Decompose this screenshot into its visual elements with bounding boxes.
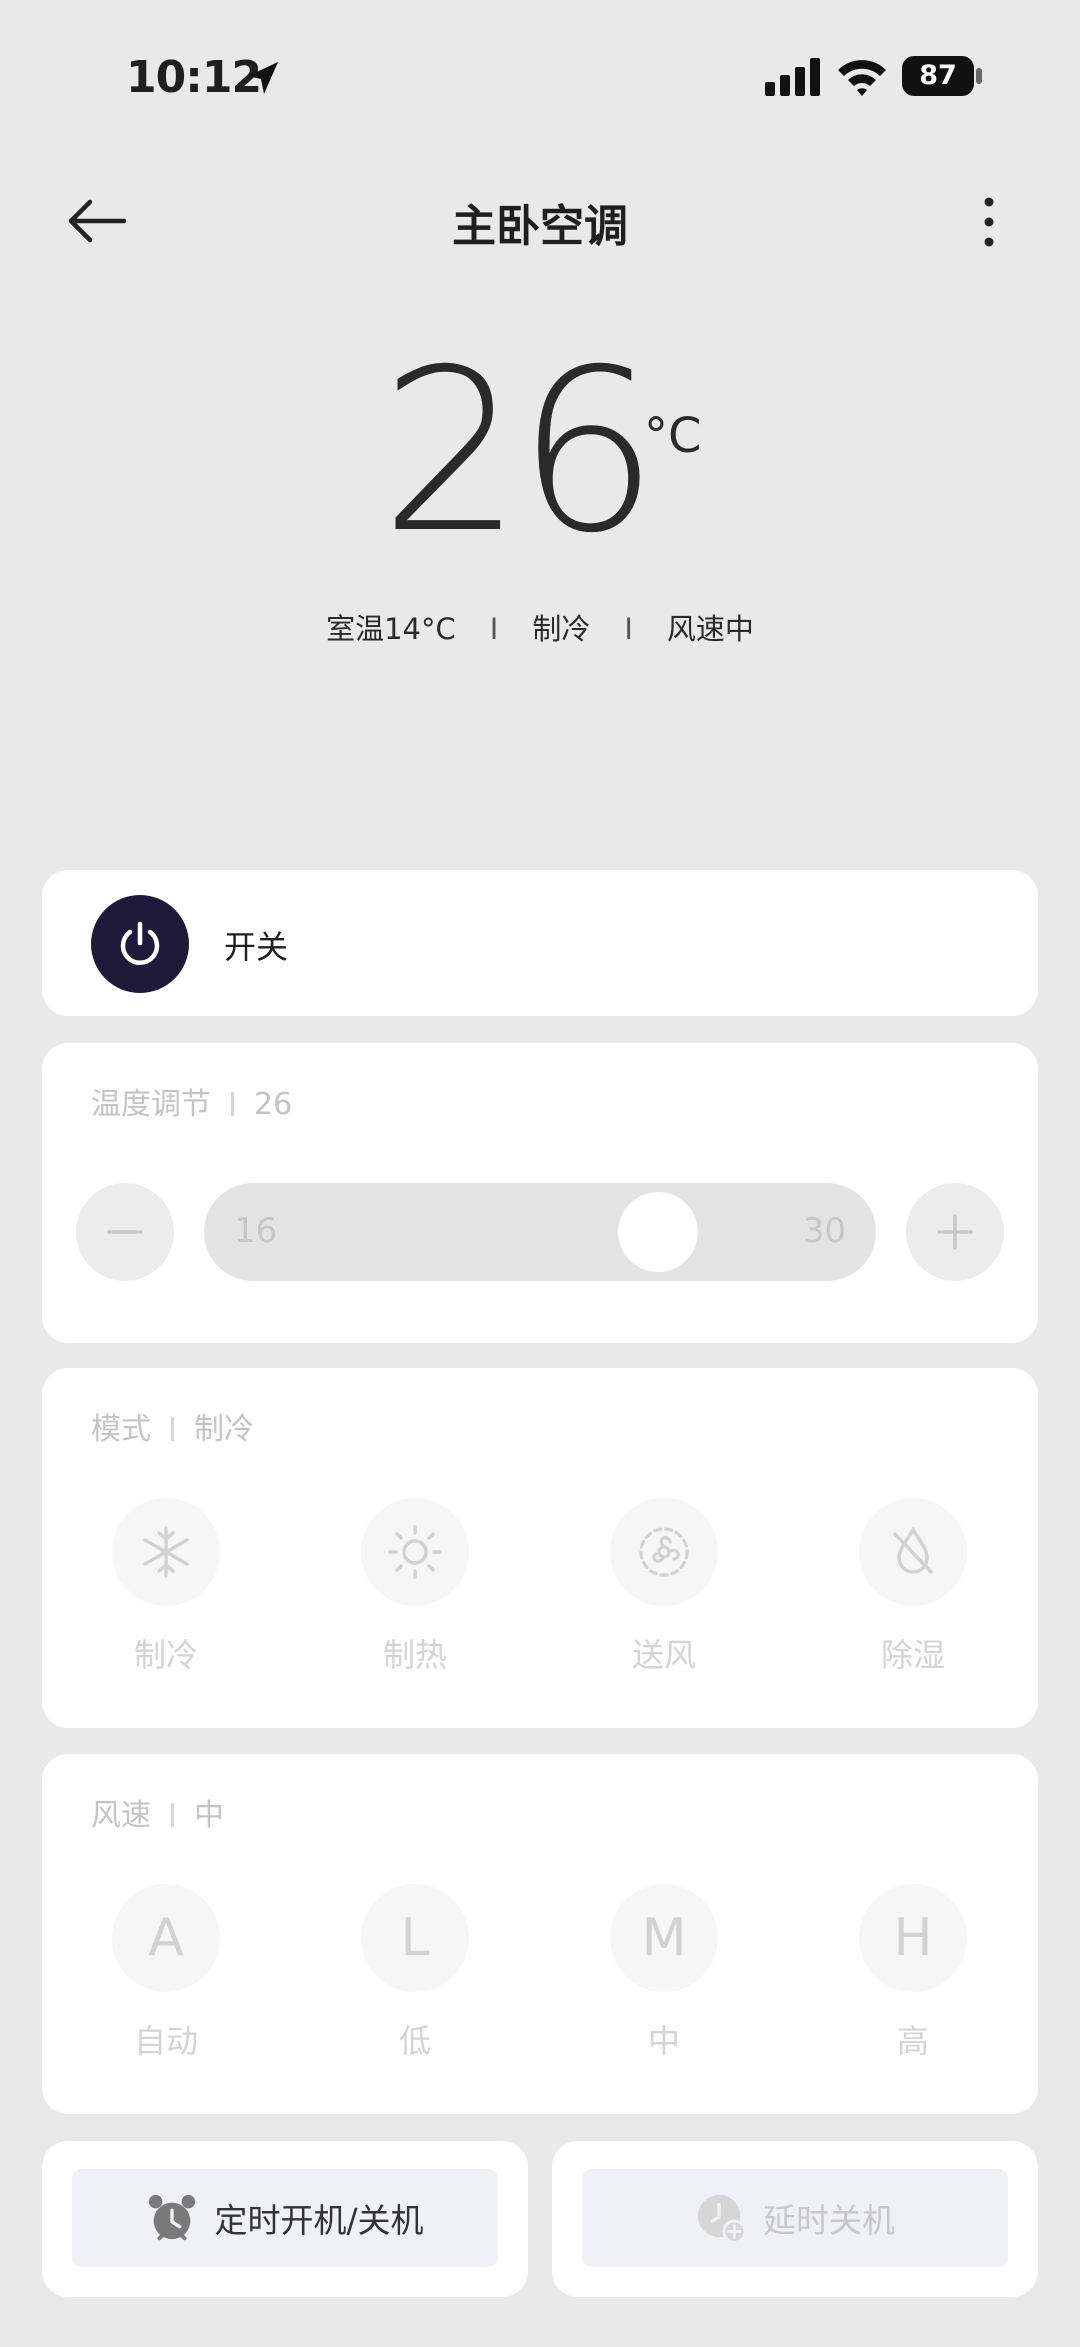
mode-option-cool[interactable]: 制冷 bbox=[66, 1498, 266, 1676]
temperature-unit: °C bbox=[644, 408, 702, 464]
delay-off-button[interactable]: 延时关机 bbox=[582, 2169, 1008, 2267]
slider-max-label: 30 bbox=[802, 1211, 846, 1251]
fan-option-medium[interactable]: M 中 bbox=[564, 1884, 764, 2062]
fan-speed-card: 风速中 A 自动 L 低 M 中 H 高 bbox=[42, 1754, 1038, 2114]
cellular-signal-icon bbox=[765, 58, 820, 96]
fan-option-label: 低 bbox=[398, 2022, 431, 2060]
snowflake-icon bbox=[143, 1526, 189, 1578]
fan-option-label: 自动 bbox=[133, 2022, 198, 2060]
power-button[interactable] bbox=[91, 895, 189, 993]
mode-option-fan[interactable]: 送风 bbox=[564, 1498, 764, 1676]
fan-icon bbox=[639, 1527, 689, 1577]
delay-off-button-label: 延时关机 bbox=[763, 2201, 895, 2240]
mode-option-label: 送风 bbox=[631, 1636, 696, 1674]
wifi-icon bbox=[838, 60, 886, 96]
mode-heading-label: 模式 bbox=[91, 1412, 151, 1447]
fan-option-high[interactable]: H 高 bbox=[813, 1884, 1013, 2062]
timer-button[interactable]: 定时开机/关机 bbox=[72, 2169, 498, 2267]
temperature-heading-value: 26 bbox=[254, 1087, 293, 1122]
increase-temp-button[interactable] bbox=[906, 1183, 1004, 1281]
mode-option-dry[interactable]: 除湿 bbox=[813, 1498, 1013, 1676]
mode-option-label: 制冷 bbox=[133, 1636, 198, 1674]
decrease-temp-button[interactable] bbox=[76, 1183, 174, 1281]
fan-option-glyph: M bbox=[610, 1884, 718, 1992]
timer-button-label: 定时开机/关机 bbox=[214, 2201, 424, 2240]
fan-option-low[interactable]: L 低 bbox=[315, 1884, 515, 2062]
mode-option-label: 制热 bbox=[382, 1636, 447, 1674]
fan-option-glyph: L bbox=[361, 1884, 469, 1992]
alarm-clock-icon bbox=[149, 2194, 196, 2241]
fan-option-glyph: A bbox=[112, 1884, 220, 1992]
fan-speed-heading-label: 风速 bbox=[91, 1798, 151, 1833]
fan-option-auto[interactable]: A 自动 bbox=[66, 1884, 266, 2062]
temperature-heading: 温度调节 26 bbox=[91, 1079, 292, 1123]
fan-option-label: 中 bbox=[647, 2022, 680, 2060]
fan-speed-heading: 风速 中 bbox=[91, 1790, 224, 1834]
plus-icon bbox=[937, 1214, 973, 1250]
minus-icon bbox=[107, 1230, 143, 1234]
delay-off-card: 延时关机 bbox=[552, 2141, 1038, 2297]
status-summary: 室温14°C I 制冷 I 风速中 bbox=[0, 606, 1080, 648]
mode-option-label: 除湿 bbox=[880, 1636, 945, 1674]
sun-icon bbox=[388, 1525, 442, 1579]
slider-min-label: 16 bbox=[234, 1211, 278, 1251]
page-title: 主卧空调 bbox=[452, 201, 628, 252]
dehumidify-icon bbox=[893, 1526, 933, 1574]
temperature-slider[interactable]: 16 30 bbox=[204, 1183, 876, 1281]
status-time: 10:12 bbox=[126, 52, 262, 103]
current-mode: 制冷 bbox=[532, 612, 591, 646]
slider-knob[interactable] bbox=[618, 1192, 699, 1272]
set-temperature: 26 bbox=[380, 321, 659, 582]
more-options-icon[interactable] bbox=[976, 196, 1002, 248]
power-icon bbox=[120, 921, 160, 965]
current-fan-speed: 风速中 bbox=[666, 612, 754, 646]
mode-option-heat[interactable]: 制热 bbox=[315, 1498, 515, 1676]
battery-level: 87 bbox=[902, 56, 974, 96]
fan-option-glyph: H bbox=[859, 1884, 967, 1992]
mode-card: 模式 制冷 制冷 制热 送风 除湿 bbox=[42, 1368, 1038, 1728]
battery-indicator: 87 bbox=[902, 56, 982, 96]
mode-heading-value: 制冷 bbox=[194, 1412, 254, 1447]
delay-clock-icon bbox=[697, 2194, 747, 2244]
temperature-card: 温度调节 26 16 30 bbox=[42, 1043, 1038, 1343]
timer-card: 定时开机/关机 bbox=[42, 2141, 528, 2297]
power-card: 开关 bbox=[42, 870, 1038, 1016]
mode-heading: 模式 制冷 bbox=[91, 1404, 254, 1448]
power-label: 开关 bbox=[224, 928, 289, 966]
fan-speed-heading-value: 中 bbox=[194, 1798, 224, 1833]
location-arrow-icon bbox=[248, 62, 278, 94]
room-temperature: 室温14°C bbox=[326, 612, 456, 646]
fan-option-label: 高 bbox=[896, 2022, 929, 2060]
temperature-heading-label: 温度调节 bbox=[91, 1087, 211, 1122]
